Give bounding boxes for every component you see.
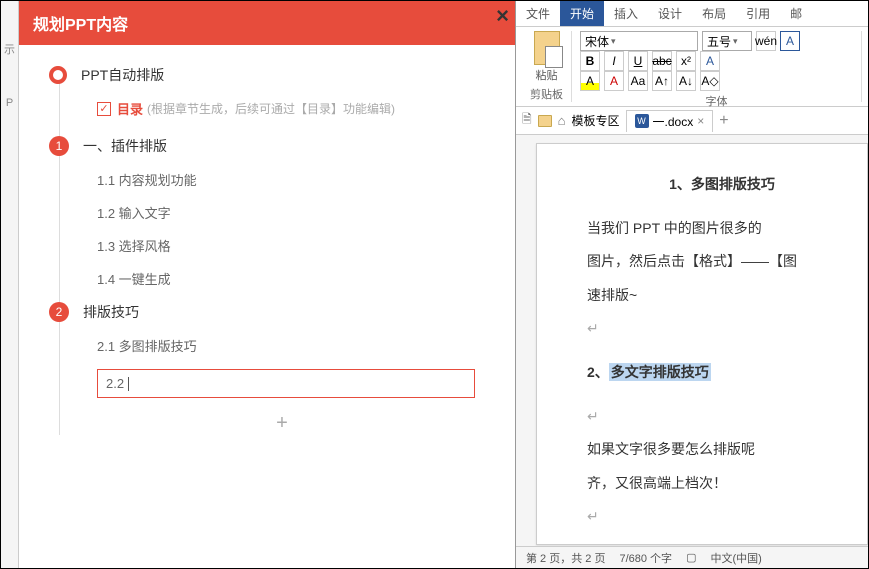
font-size-select[interactable]: 五号▾ [702,31,752,51]
selected-text[interactable]: 多文字排版技巧 [609,363,711,381]
panel-title: 规划PPT内容 [19,1,515,45]
tree-connector-line [59,67,60,435]
strike-button[interactable]: abc [652,51,672,71]
text-cursor [128,377,129,391]
section-node[interactable]: 1 一、插件排版 [79,136,485,156]
paragraph-mark: ↵ [587,500,857,534]
doc-paragraph: 如果文字很多要怎么排版呢 [587,433,857,467]
shrink-font-button[interactable]: A↓ [676,71,696,91]
doc-tab-label: 一.docx [653,113,694,130]
clipboard-group-label: 剪贴板 [530,84,563,102]
document-page[interactable]: 1、多图排版技巧 当我们 PPT 中的图片很多的 图片，然后点击【格式】——【图… [536,143,868,545]
template-zone-button[interactable]: 模板专区 [572,112,620,129]
root-bullet-icon [49,66,67,84]
italic-button[interactable]: I [604,51,624,71]
root-node[interactable]: PPT自动排版 [79,65,485,85]
section-number-icon: 1 [49,136,69,156]
page-count[interactable]: 第 2 页，共 2 页 [526,550,605,566]
section-number-icon: 2 [49,302,69,322]
ribbon-tabs: 文件 开始 插入 设计 布局 引用 邮 [516,1,868,27]
tab-design[interactable]: 设计 [648,1,692,26]
tab-mail[interactable]: 邮 [780,1,812,26]
sub-item-input[interactable]: 2.2 [97,369,475,398]
phonetic-guide-button[interactable]: wén [756,31,776,51]
doc-tab[interactable]: W 一.docx × [626,110,714,132]
highlight-button[interactable]: A [580,71,600,91]
doc-heading: 1、多图排版技巧 [587,168,857,202]
clipboard-group: 粘贴 剪贴板 [522,31,572,102]
tab-home[interactable]: 开始 [560,1,604,26]
new-doc-icon[interactable]: 🗎 [522,110,532,131]
section-node[interactable]: 2 排版技巧 [79,302,485,322]
clear-format-button[interactable]: A◇ [700,71,720,91]
grow-font-button[interactable]: A↑ [652,71,672,91]
font-group: 宋体▾ 五号▾ wén A B I U abc x² A A A Aa [572,31,862,102]
super-sub-button[interactable]: x² [676,51,696,71]
doc-paragraph: 速排版~ [587,279,857,313]
home-icon[interactable]: ⌂ [558,113,566,128]
panel-title-text: 规划PPT内容 [33,11,128,35]
char-border-button[interactable]: A [780,31,800,51]
toc-description: (根据章节生成，后续可通过【目录】功能编辑) [147,100,395,117]
tab-layout[interactable]: 布局 [692,1,736,26]
close-tab-icon[interactable]: × [697,114,704,128]
char-shading-button[interactable]: Aa [628,71,648,91]
tab-insert[interactable]: 插入 [604,1,648,26]
underline-button[interactable]: U [628,51,648,71]
word-app: 文件 开始 插入 设计 布局 引用 邮 粘贴 剪贴板 宋体▾ 五号▾ wén [516,1,868,568]
add-tab-button[interactable]: + [719,112,728,130]
sub-item[interactable]: 1.3 选择风格 [79,236,485,255]
edge-hint: P [6,97,13,109]
tab-file[interactable]: 文件 [516,1,560,26]
folder-icon[interactable] [538,115,552,127]
root-label: PPT自动排版 [81,65,164,85]
doc-paragraph: 齐，又很高端上档次！ [587,467,857,501]
edge-hint: 示 [4,41,15,57]
font-name-select[interactable]: 宋体▾ [580,31,698,51]
paste-label: 粘贴 [536,67,558,83]
add-section-button[interactable]: + [79,412,485,435]
document-viewport[interactable]: 1、多图排版技巧 当我们 PPT 中的图片很多的 图片，然后点击【格式】——【图… [516,135,868,546]
paragraph-mark: ↵ [587,312,857,346]
doc-paragraph: 当我们 PPT 中的图片很多的 [587,212,857,246]
checkbox-icon[interactable]: ✓ [97,102,111,116]
ribbon-body: 粘贴 剪贴板 宋体▾ 五号▾ wén A B I U abc x² A [516,27,868,107]
close-icon[interactable]: × [496,3,509,29]
section-title: 一、插件排版 [83,136,167,156]
paste-icon[interactable] [534,31,560,65]
input-value: 2.2 [106,376,124,391]
word-count[interactable]: 7/680 个字 [619,550,672,566]
status-bar: 第 2 页，共 2 页 7/680 个字 ▢ 中文(中国) [516,546,868,568]
toc-checkbox-row[interactable]: ✓ 目录 (根据章节生成，后续可通过【目录】功能编辑) [79,99,485,118]
ppt-plan-panel: × 规划PPT内容 PPT自动排版 ✓ 目录 (根据章节生成，后续可通过【目录】… [19,1,516,568]
doc-heading: 2、多文字排版技巧 [587,356,857,390]
doc-tabbar: 🗎 ⌂ 模板专区 W 一.docx × + [516,107,868,135]
sub-item[interactable]: 1.1 内容规划功能 [79,170,485,189]
text-effects-button[interactable]: A [700,51,720,71]
language-status[interactable]: 中文(中国) [710,550,761,566]
font-color-button[interactable]: A [604,71,624,91]
sub-item[interactable]: 2.1 多图排版技巧 [79,336,485,355]
sub-item[interactable]: 1.4 一键生成 [79,269,485,288]
word-file-icon: W [635,114,649,128]
spellcheck-icon[interactable]: ▢ [686,551,696,564]
sub-item[interactable]: 1.2 输入文字 [79,203,485,222]
bold-button[interactable]: B [580,51,600,71]
app-sidebar-edge: 示 P [1,1,19,568]
section-title: 排版技巧 [83,302,139,322]
toc-label: 目录 [117,99,143,118]
paragraph-mark: ↵ [587,400,857,434]
doc-paragraph: 图片，然后点击【格式】——【图 [587,245,857,279]
tab-references[interactable]: 引用 [736,1,780,26]
